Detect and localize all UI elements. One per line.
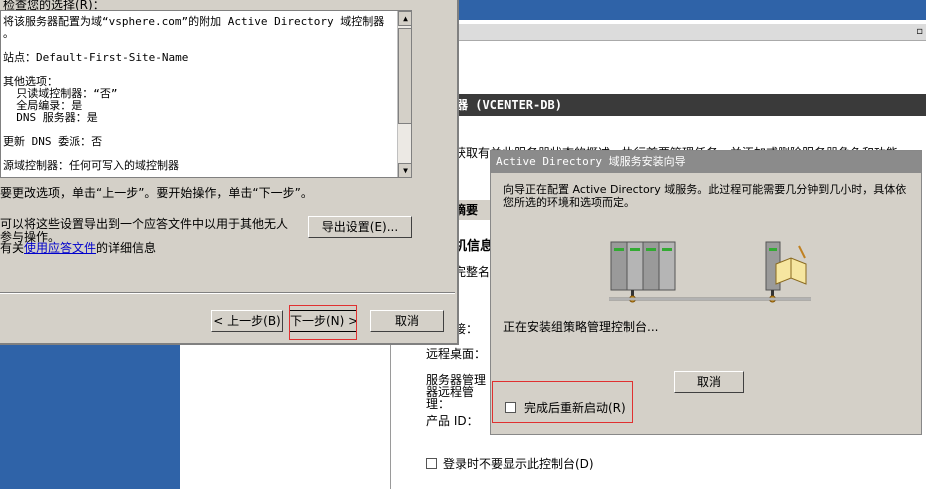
next-button[interactable]: 下一步(N) > [289, 310, 358, 332]
summary-textbox[interactable]: 将该服务器配置为域“vsphere.com”的附加 Active Directo… [0, 10, 412, 178]
help-suffix: 的详细信息 [96, 241, 157, 255]
install-dialog-title: Active Directory 域服务安装向导 [491, 151, 921, 173]
no-show-at-logon-checkbox[interactable] [426, 458, 437, 469]
export-settings-button[interactable]: 导出设置(E)... [308, 216, 412, 238]
server-manager-menubar: ▫ [391, 24, 926, 41]
scroll-down-icon[interactable]: ▼ [398, 163, 411, 177]
server-book-icon [765, 241, 807, 303]
restart-option-row[interactable]: 完成后重新启动(R) [505, 399, 626, 416]
no-show-at-logon-label: 登录时不要显示此控制台(D) [443, 457, 594, 471]
summary-scrollbar[interactable]: ▲ ▼ [397, 11, 411, 177]
answer-file-help: 有关使用应答文件的详细信息 [0, 239, 156, 256]
summary-line: 更新 DNS 委派：否 [3, 135, 103, 148]
install-cancel-button[interactable]: 取消 [674, 371, 744, 393]
no-show-at-logon-row[interactable]: 登录时不要显示此控制台(D) [426, 455, 594, 472]
restart-checkbox-label: 完成后重新启动(R) [524, 401, 626, 415]
summary-line: 站点：Default-First-Site-Name [3, 51, 189, 64]
scroll-up-icon[interactable]: ▲ [398, 11, 411, 26]
ad-config-wizard: 检查您的选择(R)： 将该服务器配置为域“vsphere.com”的附加 Act… [0, 0, 459, 345]
back-button[interactable]: < 上一步(B) [211, 310, 283, 332]
left-tree-panel [180, 340, 391, 489]
product-id-label: 产品 ID： [426, 414, 479, 428]
remote-desktop-label: 远程桌面： [426, 347, 487, 361]
install-message: 向导正在配置 Active Directory 域服务。此过程可能需要几分钟到几… [503, 183, 907, 209]
summary-line: 将该服务器配置为域“vsphere.com”的附加 Active Directo… [3, 15, 385, 28]
scroll-thumb[interactable] [398, 28, 411, 124]
answer-file-help-link[interactable]: 使用应答文件 [24, 241, 96, 255]
remote-management-label: 服务器管理器远程管理： [426, 373, 487, 411]
config-instruction-text: 要更改选项，单击“上一步”。要开始操作，单击“下一步”。 [0, 186, 313, 200]
window-minimize-icon[interactable]: ▫ [916, 26, 923, 37]
wizard-divider [0, 292, 455, 294]
summary-line: 源域控制器：任何可写入的域控制器 [3, 159, 179, 172]
full-name-label: 完整名 [454, 265, 491, 279]
ad-install-progress-dialog: Active Directory 域服务安装向导 向导正在配置 Active D… [490, 150, 922, 435]
server-replication-illustration [609, 241, 811, 303]
server-manager-header: 器 (VCENTER-DB) [454, 94, 926, 116]
wizard-cancel-button[interactable]: 取消 [370, 310, 444, 332]
summary-line: DNS 服务器：是 [3, 111, 98, 124]
server-rack-icon [610, 241, 676, 303]
computer-info-title: 机信息 [454, 239, 494, 254]
install-status-text: 正在安装组策略管理控制台... [503, 320, 659, 334]
summary-line: 。 [3, 27, 14, 40]
restart-checkbox[interactable] [505, 402, 516, 413]
help-prefix: 有关 [0, 241, 25, 255]
